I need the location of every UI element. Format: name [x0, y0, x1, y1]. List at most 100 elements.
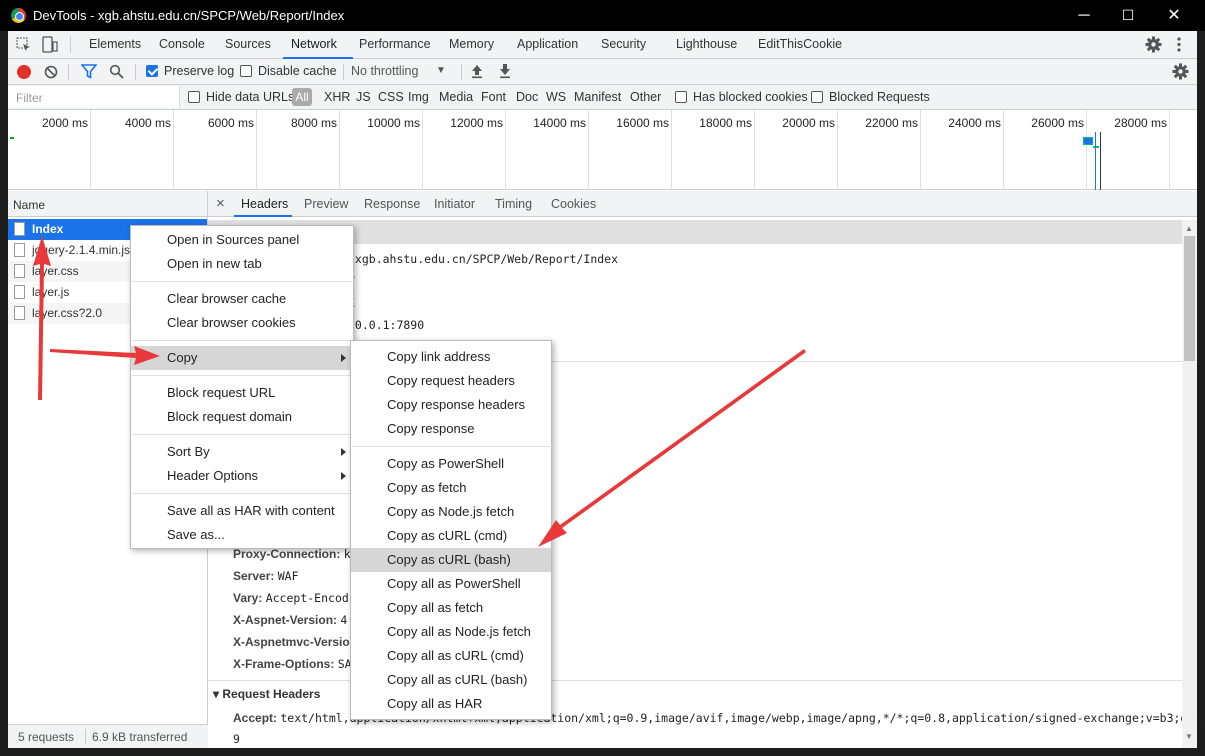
- submenu-item-copy-link-address[interactable]: Copy link address: [351, 345, 551, 369]
- submenu-item-copy-as-curl-bash[interactable]: Copy as cURL (bash): [351, 548, 551, 572]
- tab-security[interactable]: Security: [601, 37, 646, 51]
- tab-headers[interactable]: Headers: [241, 197, 288, 211]
- tab-timing[interactable]: Timing: [495, 197, 532, 211]
- menu-item-block-request-domain[interactable]: Block request domain: [131, 405, 353, 429]
- menu-item-header-options[interactable]: Header Options: [131, 464, 353, 488]
- details-scrollbar[interactable]: ▲ ▼: [1182, 220, 1197, 748]
- export-har-icon[interactable]: [498, 63, 512, 79]
- hide-data-urls-checkbox[interactable]: [188, 91, 200, 103]
- request-url-value: /xgb.ahstu.edu.cn/SPCP/Web/Report/Index: [348, 252, 619, 266]
- tab-elements[interactable]: Elements: [89, 37, 141, 51]
- menu-item-open-in-sources[interactable]: Open in Sources panel: [131, 228, 353, 252]
- menu-item-save-all-as-har[interactable]: Save all as HAR with content: [131, 499, 353, 523]
- record-icon[interactable]: [17, 65, 31, 79]
- submenu-item-copy-request-headers[interactable]: Copy request headers: [351, 369, 551, 393]
- submenu-arrow-icon: [341, 448, 346, 456]
- request-header-continuation: 9: [233, 732, 240, 746]
- submenu-item-copy-response[interactable]: Copy response: [351, 417, 551, 441]
- tab-preview[interactable]: Preview: [304, 197, 348, 211]
- tab-editthiscookie[interactable]: EditThisCookie: [758, 37, 842, 51]
- maximize-button[interactable]: ☐: [1105, 0, 1151, 31]
- device-toolbar-icon[interactable]: [42, 36, 58, 54]
- overview-request-bar: [1083, 137, 1093, 145]
- network-overview-timeline[interactable]: 2000 ms 4000 ms 6000 ms 8000 ms 10000 ms…: [8, 110, 1197, 190]
- response-header-row: X-Frame-Options: SA: [233, 657, 352, 671]
- menu-item-block-request-url[interactable]: Block request URL: [131, 381, 353, 405]
- type-filter-media[interactable]: Media: [439, 90, 473, 104]
- submenu-item-copy-all-as-fetch[interactable]: Copy all as fetch: [351, 596, 551, 620]
- submenu-item-copy-as-curl-cmd[interactable]: Copy as cURL (cmd): [351, 524, 551, 548]
- overview-request-bar: [10, 137, 14, 139]
- response-header-row: X-Aspnetmvc-Version: [233, 635, 358, 649]
- menu-item-open-in-new-tab[interactable]: Open in new tab: [131, 252, 353, 276]
- type-filter-js[interactable]: JS: [356, 90, 371, 104]
- network-settings-gear-icon[interactable]: [1172, 63, 1189, 80]
- tab-sources[interactable]: Sources: [225, 37, 271, 51]
- throttling-chevron-down-icon[interactable]: ▼: [436, 65, 446, 76]
- menu-item-clear-browser-cache[interactable]: Clear browser cache: [131, 287, 353, 311]
- type-filter-manifest[interactable]: Manifest: [574, 90, 621, 104]
- submenu-arrow-icon: [341, 354, 346, 362]
- name-column-header[interactable]: Name: [8, 191, 207, 217]
- has-blocked-cookies-checkbox[interactable]: [675, 91, 687, 103]
- clear-icon[interactable]: [44, 65, 58, 79]
- menu-item-copy[interactable]: Copy: [131, 346, 353, 370]
- search-icon[interactable]: [109, 64, 124, 79]
- tab-response[interactable]: Response: [364, 197, 420, 211]
- filter-input[interactable]: Filter: [16, 91, 43, 105]
- type-filter-xhr[interactable]: XHR: [324, 90, 350, 104]
- tab-lighthouse[interactable]: Lighthouse: [676, 37, 737, 51]
- tab-network[interactable]: Network: [291, 37, 337, 51]
- overview-dcl-line: [1095, 132, 1096, 190]
- general-section-header[interactable]: [208, 220, 1182, 244]
- type-filter-font[interactable]: Font: [481, 90, 506, 104]
- window-title: DevTools - xgb.ahstu.edu.cn/SPCP/Web/Rep…: [33, 8, 345, 23]
- inspect-element-icon[interactable]: [16, 37, 32, 53]
- active-detail-tab-indicator: [234, 215, 292, 217]
- overview-tick: 8000 ms: [290, 116, 337, 130]
- tab-performance[interactable]: Performance: [359, 37, 431, 51]
- submenu-item-copy-all-as-curl-cmd[interactable]: Copy all as cURL (cmd): [351, 644, 551, 668]
- submenu-item-copy-as-powershell[interactable]: Copy as PowerShell: [351, 452, 551, 476]
- scrollbar-thumb[interactable]: [1184, 236, 1195, 361]
- overview-tick: 12000 ms: [450, 116, 503, 130]
- settings-gear-icon[interactable]: [1145, 36, 1162, 53]
- preserve-log-checkbox[interactable]: [146, 65, 158, 77]
- minimize-button[interactable]: ─: [1061, 0, 1107, 31]
- type-filter-ws[interactable]: WS: [546, 90, 566, 104]
- type-filter-other[interactable]: Other: [630, 90, 661, 104]
- type-filter-img[interactable]: Img: [408, 90, 429, 104]
- network-toolbar: Preserve log Disable cache No throttling…: [8, 59, 1197, 85]
- has-blocked-cookies-label: Has blocked cookies: [693, 90, 808, 104]
- disable-cache-checkbox[interactable]: [240, 65, 252, 77]
- submenu-item-copy-all-as-har[interactable]: Copy all as HAR: [351, 692, 551, 716]
- type-filter-all[interactable]: All: [292, 88, 312, 106]
- type-filter-doc[interactable]: Doc: [516, 90, 538, 104]
- throttling-select[interactable]: No throttling: [351, 64, 418, 78]
- submenu-item-copy-as-nodejs-fetch[interactable]: Copy as Node.js fetch: [351, 500, 551, 524]
- more-options-icon[interactable]: [1176, 36, 1182, 53]
- request-headers-section-header[interactable]: ▾ Request Headers: [213, 687, 320, 701]
- close-window-button[interactable]: ✕: [1151, 0, 1197, 31]
- close-details-icon[interactable]: ×: [216, 195, 225, 212]
- submenu-item-copy-response-headers[interactable]: Copy response headers: [351, 393, 551, 417]
- tab-memory[interactable]: Memory: [449, 37, 494, 51]
- overview-tick: 16000 ms: [616, 116, 669, 130]
- import-har-icon[interactable]: [470, 63, 484, 79]
- type-filter-css[interactable]: CSS: [378, 90, 404, 104]
- submenu-item-copy-all-as-nodejs-fetch[interactable]: Copy all as Node.js fetch: [351, 620, 551, 644]
- filter-icon[interactable]: [81, 64, 97, 79]
- submenu-item-copy-all-as-curl-bash[interactable]: Copy all as cURL (bash): [351, 668, 551, 692]
- submenu-item-copy-as-fetch[interactable]: Copy as fetch: [351, 476, 551, 500]
- tab-console[interactable]: Console: [159, 37, 205, 51]
- file-icon: [14, 243, 25, 257]
- tab-initiator[interactable]: Initiator: [434, 197, 475, 211]
- menu-item-sort-by[interactable]: Sort By: [131, 440, 353, 464]
- filter-input-box[interactable]: Filter: [8, 86, 180, 108]
- menu-item-clear-browser-cookies[interactable]: Clear browser cookies: [131, 311, 353, 335]
- submenu-item-copy-all-as-powershell[interactable]: Copy all as PowerShell: [351, 572, 551, 596]
- blocked-requests-checkbox[interactable]: [811, 91, 823, 103]
- tab-application[interactable]: Application: [517, 37, 578, 51]
- tab-cookies[interactable]: Cookies: [551, 197, 596, 211]
- menu-item-save-as[interactable]: Save as...: [131, 523, 353, 547]
